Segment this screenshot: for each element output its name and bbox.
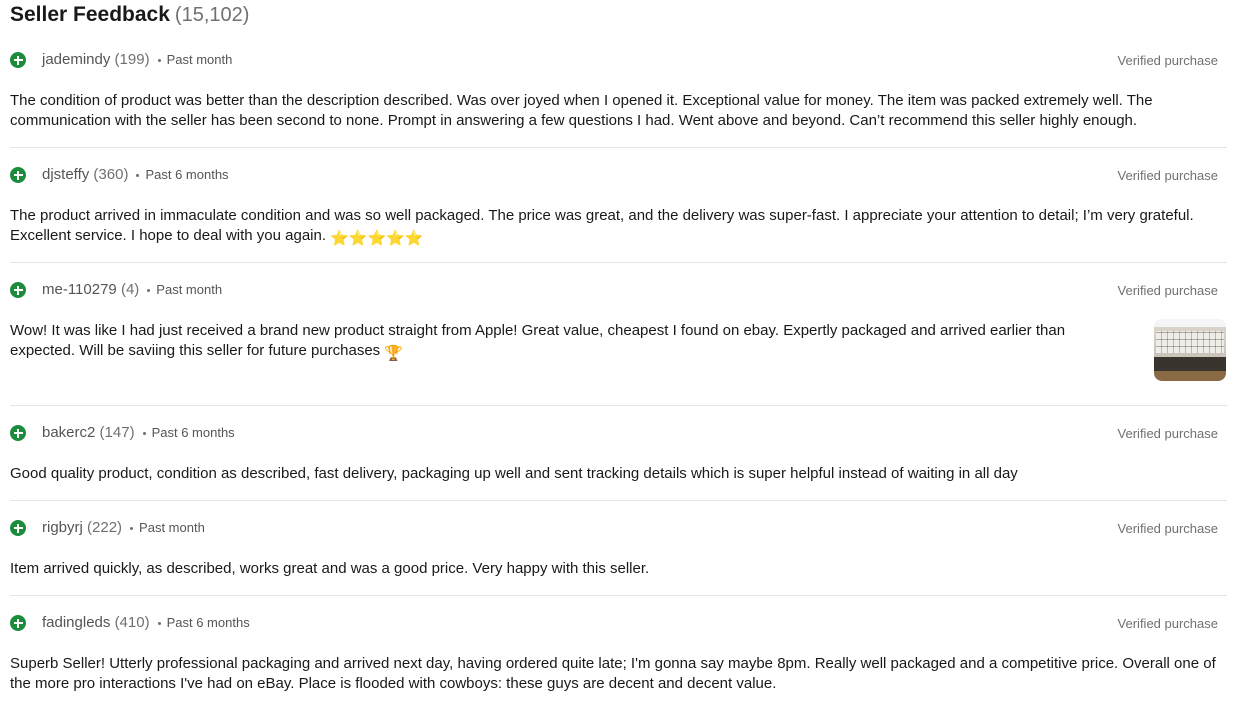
verified-purchase-label: Verified purchase <box>1117 168 1218 183</box>
feedback-comment-text: Superb Seller! Utterly professional pack… <box>10 655 1216 692</box>
feedback-period: Past 6 months <box>166 615 250 630</box>
user-score: (199) <box>114 51 150 68</box>
feedback-comment: The product arrived in immaculate condit… <box>10 206 1227 249</box>
separator-dot <box>157 58 161 62</box>
feedback-comment-text: Good quality product, condition as descr… <box>10 465 1018 482</box>
feedback-header: Seller Feedback (15,102) <box>10 3 249 29</box>
user-score: (410) <box>114 614 150 631</box>
page-title: Seller Feedback <box>10 3 170 26</box>
positive-feedback-plus-icon <box>10 52 26 68</box>
verified-purchase-label: Verified purchase <box>1117 53 1218 68</box>
feedback-item-header: rigbyrj (222) Past month Verified purchas… <box>10 518 1227 538</box>
trophy-emoji-icon: 🏆 <box>384 345 404 362</box>
feedback-comment-text: The product arrived in immaculate condit… <box>10 207 1194 244</box>
feedback-user: bakerc2 (147) Past 6 months <box>42 424 235 441</box>
verified-purchase-label: Verified purchase <box>1117 426 1218 441</box>
username: me-110279 <box>42 281 117 298</box>
feedback-divider <box>10 500 1227 501</box>
feedback-item-header: fadingleds (410) Past 6 months Verified p… <box>10 613 1227 633</box>
positive-feedback-plus-icon <box>10 167 26 183</box>
positive-feedback-plus-icon <box>10 520 26 536</box>
feedback-count: (15,102) <box>174 4 250 26</box>
user-score: (360) <box>93 166 129 183</box>
feedback-comment: Superb Seller! Utterly professional pack… <box>10 654 1227 694</box>
feedback-divider <box>10 595 1227 596</box>
feedback-divider <box>10 147 1227 148</box>
feedback-comment: Item arrived quickly, as described, work… <box>10 559 1227 579</box>
feedback-period: Past 6 months <box>145 167 229 182</box>
feedback-divider <box>10 405 1227 406</box>
username: fadingleds <box>42 614 111 631</box>
feedback-user: rigbyrj (222) Past month <box>42 519 205 536</box>
feedback-item-header: bakerc2 (147) Past 6 months Verified purc… <box>10 423 1227 443</box>
feedback-comment: Wow! It was like I had just received a b… <box>10 321 1110 364</box>
feedback-divider <box>10 262 1227 263</box>
verified-purchase-label: Verified purchase <box>1117 521 1218 536</box>
feedback-item-header: jademindy (199) Past month Verified purch… <box>10 50 1227 70</box>
user-score: (222) <box>87 519 123 536</box>
username: djsteffy <box>42 166 90 183</box>
five-star-emoji-icon: ⭐⭐⭐⭐⭐ <box>330 230 424 247</box>
user-score: (4) <box>120 281 140 298</box>
feedback-comment-text: Wow! It was like I had just received a b… <box>10 322 1066 359</box>
verified-purchase-label: Verified purchase <box>1117 283 1218 298</box>
feedback-comment-text: The condition of product was better than… <box>10 92 1153 129</box>
separator-dot <box>147 288 151 292</box>
positive-feedback-plus-icon <box>10 615 26 631</box>
feedback-comment: The condition of product was better than… <box>10 91 1227 131</box>
username: bakerc2 <box>42 424 96 441</box>
feedback-item-header: me-110279 (4) Past month Verified purchas… <box>10 280 1227 300</box>
feedback-period: Past month <box>166 52 233 67</box>
username: rigbyrj <box>42 519 83 536</box>
separator-dot <box>130 526 134 530</box>
feedback-comment: Good quality product, condition as descr… <box>10 464 1227 484</box>
feedback-user: me-110279 (4) Past month <box>42 281 222 298</box>
verified-purchase-label: Verified purchase <box>1117 616 1218 631</box>
feedback-item-header: djsteffy (360) Past 6 months Verified pur… <box>10 165 1227 185</box>
feedback-user: djsteffy (360) Past 6 months <box>42 166 229 183</box>
separator-dot <box>142 431 146 435</box>
feedback-period: Past month <box>156 282 223 297</box>
separator-dot <box>136 173 140 177</box>
feedback-user: jademindy (199) Past month <box>42 51 232 68</box>
positive-feedback-plus-icon <box>10 282 26 298</box>
positive-feedback-plus-icon <box>10 425 26 441</box>
user-score: (147) <box>99 424 135 441</box>
feedback-user: fadingleds (410) Past 6 months <box>42 614 250 631</box>
feedback-photo-thumbnail[interactable] <box>1154 319 1226 381</box>
feedback-period: Past month <box>139 520 205 535</box>
username: jademindy <box>42 51 111 68</box>
separator-dot <box>157 621 161 625</box>
feedback-comment-text: Item arrived quickly, as described, work… <box>10 560 650 577</box>
feedback-period: Past 6 months <box>151 425 235 440</box>
